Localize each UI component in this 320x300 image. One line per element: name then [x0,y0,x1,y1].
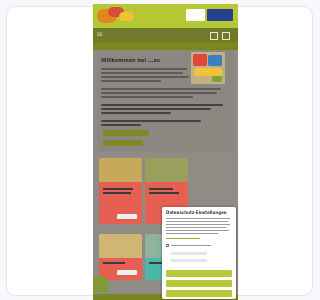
tile-title-line [103,262,125,264]
text-line [101,76,189,78]
dialog-text-line [166,227,226,228]
banner-strip [93,42,238,50]
site-header [93,4,238,28]
consent-checkbox[interactable] [166,244,169,247]
logo-icon[interactable] [97,7,135,25]
accept-selection-button[interactable] [166,280,232,287]
dialog-text-line [166,221,228,222]
welcome-link-button[interactable] [103,130,149,136]
text-line [101,88,221,90]
dialog-text-line [171,245,211,246]
dialog-text-line [166,230,229,231]
reject-button[interactable] [166,290,232,297]
tile-title-line [103,188,133,190]
menu-icon[interactable] [222,32,230,40]
sub-navigation: DE [93,28,238,42]
cookie-dialog-title: Datenschutz-Einstellungen [166,210,227,215]
cookie-consent-dialog: Datenschutz-Einstellungen [162,207,236,299]
welcome-heading: Willkommen bei ...zu [101,58,160,64]
tile-title-line [149,192,179,194]
content-tile[interactable] [99,158,142,224]
privacy-link[interactable] [166,238,200,239]
promo-image[interactable] [191,52,225,84]
text-line [101,92,217,94]
dialog-text-line [166,233,218,234]
tile-image [145,158,188,182]
floating-action-button[interactable] [93,276,109,292]
user-icon[interactable] [210,32,218,40]
text-line [101,80,161,82]
tile-title-line [103,192,131,194]
logo-shape [119,12,134,21]
text-line [101,104,223,106]
tile-title-line [149,188,173,190]
text-line [101,124,141,126]
consent-select[interactable] [171,252,207,255]
language-label[interactable]: DE [97,32,103,37]
text-line [101,72,183,74]
tile-more-button[interactable] [117,214,137,219]
partner-logo [186,9,205,21]
text-line [101,108,211,110]
text-line [101,112,171,114]
tile-image [99,234,142,258]
text-line [101,120,201,122]
tile-image [99,158,142,182]
content-tile[interactable] [99,234,142,280]
accept-all-button[interactable] [166,270,232,277]
tile-more-button[interactable] [117,270,137,275]
partner-logo [207,9,233,21]
welcome-section: Willkommen bei ...zu [97,50,234,152]
consent-select[interactable] [171,259,207,262]
text-line [101,96,193,98]
dialog-text-line [166,218,230,219]
welcome-link-button[interactable] [103,140,143,146]
text-line [101,68,187,70]
dialog-text-line [166,224,230,225]
